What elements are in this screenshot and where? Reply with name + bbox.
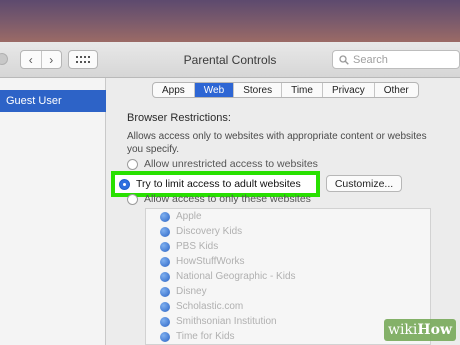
watermark-prefix: wiki xyxy=(387,322,418,338)
list-item[interactable]: HowStuffWorks xyxy=(146,254,430,269)
site-label: Apple xyxy=(176,211,202,222)
globe-icon xyxy=(160,301,170,312)
site-label: National Geographic - Kids xyxy=(176,271,296,282)
radio-button[interactable] xyxy=(127,193,138,205)
globe-icon xyxy=(160,271,170,282)
option-label: Allow access to only these websites xyxy=(144,193,311,205)
list-item[interactable]: Disney xyxy=(146,284,430,299)
option-only-these[interactable]: Allow access to only these websites xyxy=(127,193,311,205)
list-item[interactable]: Scholastic.com xyxy=(146,299,430,314)
tab-apps[interactable]: Apps xyxy=(153,83,194,97)
globe-icon xyxy=(160,241,170,252)
list-item[interactable]: Apple xyxy=(146,209,430,224)
site-label: Disney xyxy=(176,286,207,297)
site-label: Scholastic.com xyxy=(176,301,244,312)
tab-web[interactable]: Web xyxy=(193,83,234,97)
section-description: Allows access only to websites with appr… xyxy=(127,131,427,155)
tab-other[interactable]: Other xyxy=(373,83,418,97)
list-item[interactable]: Discovery Kids xyxy=(146,224,430,239)
globe-icon xyxy=(160,316,170,327)
search-field[interactable]: Search xyxy=(332,50,460,69)
sidebar xyxy=(0,78,106,345)
globe-icon xyxy=(160,331,170,342)
radio-button[interactable] xyxy=(127,158,138,170)
customize-button[interactable]: Customize... xyxy=(326,175,402,192)
site-label: Smithsonian Institution xyxy=(176,316,277,327)
tab-bar: Apps Web Stores Time Privacy Other xyxy=(152,82,419,98)
tab-privacy[interactable]: Privacy xyxy=(321,83,374,97)
globe-icon xyxy=(160,286,170,297)
site-label: HowStuffWorks xyxy=(176,256,245,267)
option-label: Try to limit access to adult websites xyxy=(136,178,301,190)
watermark-suffix: How xyxy=(417,322,453,338)
wikihow-logo: wiki How xyxy=(384,319,456,341)
site-label: Time for Kids xyxy=(176,331,235,342)
tab-time[interactable]: Time xyxy=(281,83,322,97)
radio-button-selected[interactable] xyxy=(119,178,130,190)
site-label: PBS Kids xyxy=(176,241,219,252)
sidebar-item-guest-user[interactable]: Guest User xyxy=(0,90,106,112)
site-label: Discovery Kids xyxy=(176,226,243,237)
list-item[interactable]: National Geographic - Kids xyxy=(146,269,430,284)
list-item[interactable]: PBS Kids xyxy=(146,239,430,254)
sidebar-item-label: Guest User xyxy=(6,95,62,107)
tab-stores[interactable]: Stores xyxy=(233,83,281,97)
option-unrestricted[interactable]: Allow unrestricted access to websites xyxy=(127,158,318,170)
globe-icon xyxy=(160,256,170,267)
option-label: Allow unrestricted access to websites xyxy=(144,158,318,170)
section-title: Browser Restrictions: xyxy=(127,112,231,124)
globe-icon xyxy=(160,211,170,222)
search-placeholder: Search xyxy=(353,53,388,66)
globe-icon xyxy=(160,226,170,237)
search-icon xyxy=(339,54,349,65)
